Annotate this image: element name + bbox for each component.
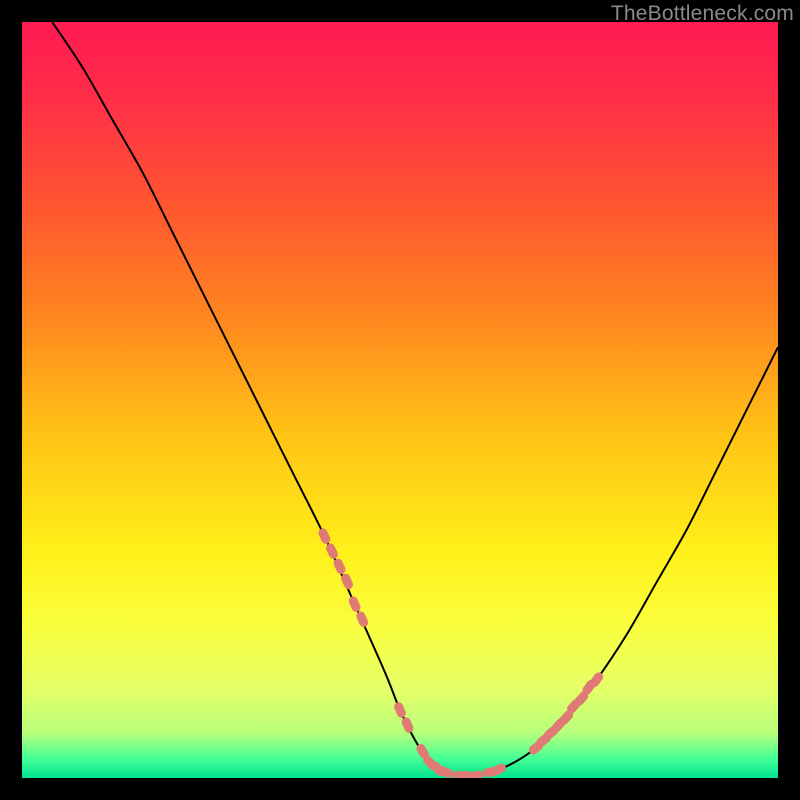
curve-marker [400, 716, 415, 734]
curve-marker [467, 770, 484, 778]
watermark-text: TheBottleneck.com [611, 2, 794, 26]
bottleneck-curve [52, 22, 778, 777]
curve-marker [355, 610, 370, 628]
curve-layer [22, 22, 778, 778]
plot-area [22, 22, 778, 778]
curve-marker [317, 527, 332, 545]
curve-markers [317, 527, 605, 778]
curve-marker [347, 595, 362, 613]
chart-frame [22, 22, 778, 778]
curve-marker [324, 542, 339, 560]
curve-marker [393, 701, 408, 719]
